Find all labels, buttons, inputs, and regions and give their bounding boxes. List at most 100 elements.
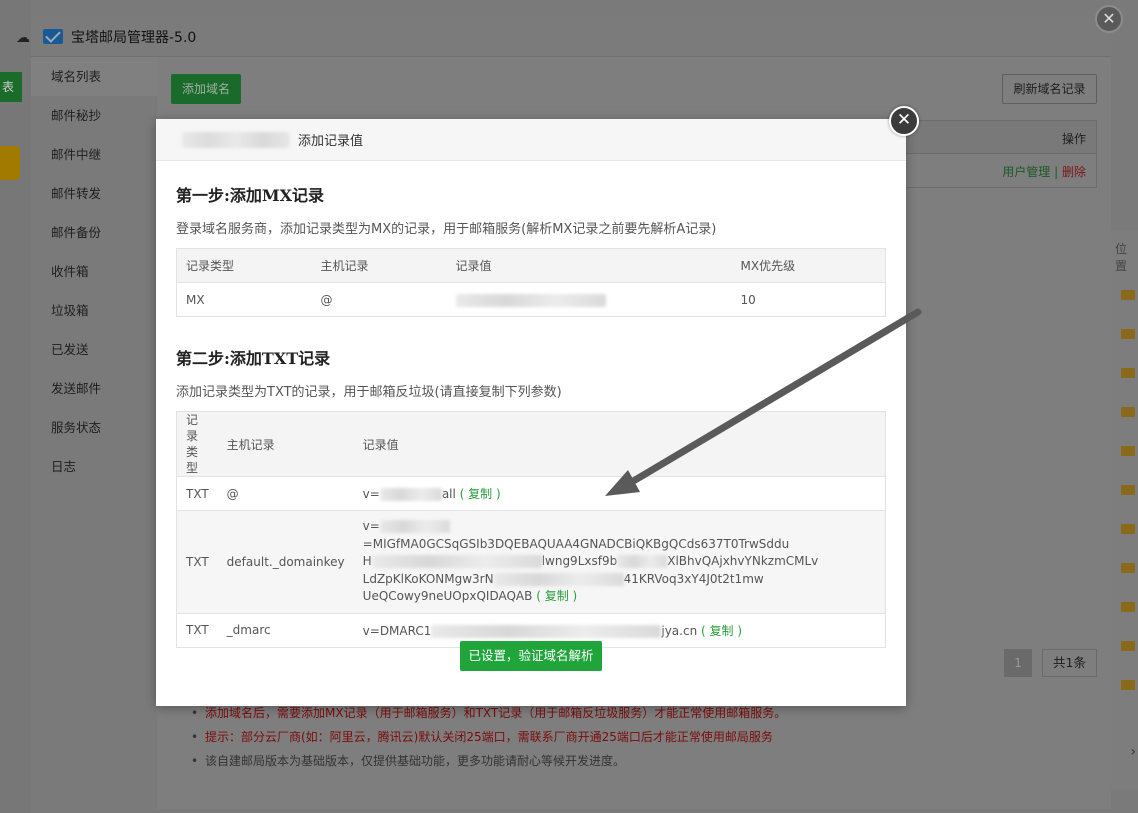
sidebar-item-mail-relay[interactable]: 邮件中继	[31, 135, 157, 174]
column-header: MX优先级	[731, 248, 886, 283]
folder-icon	[1121, 602, 1135, 612]
record-type: TXT	[176, 510, 218, 614]
value-text: v=	[362, 487, 380, 501]
window-title: 宝塔邮局管理器-5.0	[71, 29, 197, 46]
verify-domain-resolution-button[interactable]: 已设置，验证域名解析	[460, 641, 602, 671]
redacted-value	[455, 293, 606, 307]
user-management-link[interactable]: 用户管理	[1002, 165, 1050, 179]
value-text: lwng9Lxsf9b	[541, 554, 618, 568]
background-left-strip	[0, 0, 31, 813]
cloud-icon: ☁	[16, 30, 30, 46]
redacted-value	[431, 624, 662, 638]
redacted-domain	[182, 131, 290, 148]
sidebar-item-domain-list[interactable]: 域名列表	[31, 57, 157, 96]
column-header: 记录类型	[176, 248, 312, 283]
redacted-value	[617, 555, 668, 568]
step-1-description: 登录域名服务商，添加记录类型为MX的记录，用于邮箱服务(解析MX记录之前要先解析…	[176, 222, 717, 237]
copy-link[interactable]: ( 复制 )	[701, 624, 742, 638]
copy-link[interactable]: ( 复制 )	[536, 589, 577, 603]
value-text: 41KRVoq3xY4J0t2t1mw	[623, 571, 764, 586]
mail-icon	[43, 29, 63, 44]
value-text: H	[362, 554, 372, 568]
table-row: MX @ 10	[176, 282, 886, 317]
step-2-section: 第二步:添加TXT记录 添加记录类型为TXT的记录，用于邮箱反垃圾(请直接复制下…	[176, 345, 886, 648]
notes-list: 添加域名后，需要添加MX记录（用于邮箱服务）和TXT记录（用于邮箱反垃圾服务）才…	[187, 701, 786, 773]
folder-icon	[1121, 641, 1135, 651]
value-text: =MIGfMA0GCSqGSIb3DQEBAQUAA4GNADCBiQKBgQC…	[362, 536, 790, 551]
record-value: v= all ( 复制 )	[353, 476, 886, 511]
record-value	[446, 282, 732, 317]
folder-icon	[1121, 446, 1135, 456]
column-header: 主机记录	[311, 248, 447, 283]
chevron-right-icon: ›	[1130, 744, 1136, 760]
mx-priority: 10	[731, 282, 886, 317]
window-titlebar: 宝塔邮局管理器-5.0	[31, 17, 1111, 57]
page-number[interactable]: 1	[1004, 649, 1033, 677]
dialog-close-button[interactable]: ✕	[889, 106, 919, 136]
add-domain-button[interactable]: 添加域名	[171, 74, 241, 104]
column-header: 记录值	[446, 248, 732, 283]
record-type: TXT	[176, 613, 218, 648]
sidebar-item-inbox[interactable]: 收件箱	[31, 252, 157, 291]
record-value: v=DMARC1 jya.cn ( 复制 )	[353, 613, 886, 648]
folder-icon	[1121, 368, 1135, 378]
record-value: v= =MIGfMA0GCSqGSIb3DQEBAQUAA4GNADCBiQKBg…	[353, 510, 886, 614]
value-text: jya.cn	[661, 623, 698, 638]
sidebar-item-spam[interactable]: 垃圾箱	[31, 291, 157, 330]
note-item: 提示：部分云厂商(如：阿里云，腾讯云)默认关闭25端口，需联系厂商开通25端口后…	[187, 725, 786, 749]
folder-icon	[1121, 290, 1135, 300]
operations-header: 操作	[1061, 132, 1086, 146]
pagination: 1 共1条	[1004, 649, 1097, 677]
window-close-button[interactable]: ✕	[1095, 5, 1123, 33]
value-text: v=	[362, 519, 380, 533]
folder-icon	[1121, 407, 1135, 417]
folder-icon	[1121, 329, 1135, 339]
column-header: 记录类型	[176, 411, 218, 477]
record-type: TXT	[176, 476, 218, 511]
step-1-section: 第一步:添加MX记录 登录域名服务商，添加记录类型为MX的记录，用于邮箱服务(解…	[176, 182, 886, 317]
note-item: 该自建邮局版本为基础版本，仅提供基础功能，更多功能请耐心等候开发进度。	[187, 749, 786, 773]
total-count: 共1条	[1042, 649, 1097, 677]
folder-icon	[1121, 524, 1135, 534]
add-record-dialog: 添加记录值 ✕ 第一步:添加MX记录 登录域名服务商，添加记录类型为MX的记录，…	[156, 106, 919, 706]
mx-record-table: 记录类型 主机记录 记录值 MX优先级 MX @ 10	[176, 248, 886, 317]
host-record: @	[311, 282, 447, 317]
redacted-value	[379, 488, 442, 501]
sidebar-item-mail-forward[interactable]: 邮件转发	[31, 174, 157, 213]
refresh-domain-records-button[interactable]: 刷新域名记录	[1002, 74, 1097, 104]
sidebar-item-mail-bcc[interactable]: 邮件秘抄	[31, 96, 157, 135]
background-column-header: 位置	[1115, 242, 1128, 273]
sidebar-item-service-status[interactable]: 服务状态	[31, 408, 157, 447]
step-1-heading: 第一步:添加MX记录	[176, 186, 325, 205]
record-type: MX	[176, 282, 312, 317]
value-text: all	[441, 487, 456, 501]
delete-link[interactable]: 删除	[1062, 165, 1086, 179]
txt-record-table: 记录类型 主机记录 记录值 TXT @ v= all ( 复制 ) TXT def…	[176, 411, 886, 648]
sidebar-item-sent[interactable]: 已发送	[31, 330, 157, 369]
host-record: _dmarc	[217, 613, 354, 648]
column-header: 记录值	[353, 411, 886, 477]
value-text: v=DMARC1	[362, 623, 432, 638]
folder-icon	[1121, 680, 1135, 690]
copy-link[interactable]: ( 复制 )	[460, 487, 501, 501]
table-row: TXT @ v= all ( 复制 )	[176, 476, 886, 511]
value-text: XlBhvQAjxhvYNkzmCMLv	[667, 554, 819, 568]
dialog-title: 添加记录值	[298, 134, 364, 149]
redacted-value	[379, 520, 450, 533]
value-text: LdZpKlKoKONMgw3rN	[362, 571, 494, 586]
sidebar: 域名列表 邮件秘抄 邮件中继 邮件转发 邮件备份 收件箱 垃圾箱 已发送 发送邮…	[31, 57, 157, 809]
sidebar-item-logs[interactable]: 日志	[31, 447, 157, 486]
redacted-value	[493, 572, 624, 586]
background-button: 表	[0, 72, 22, 102]
sidebar-item-mail-backup[interactable]: 邮件备份	[31, 213, 157, 252]
dialog-header: 添加记录值	[156, 119, 906, 161]
folder-icon	[1121, 563, 1135, 573]
host-record: @	[217, 476, 354, 511]
table-row: TXT default._domainkey v= =MIGfMA0GCSqGSI…	[176, 510, 886, 614]
background-file-column: 位置	[1111, 230, 1138, 790]
separator: |	[1054, 165, 1059, 179]
host-record: default._domainkey	[217, 510, 354, 614]
sidebar-item-send-mail[interactable]: 发送邮件	[31, 369, 157, 408]
step-2-heading: 第二步:添加TXT记录	[176, 349, 331, 368]
redacted-value	[371, 555, 542, 568]
